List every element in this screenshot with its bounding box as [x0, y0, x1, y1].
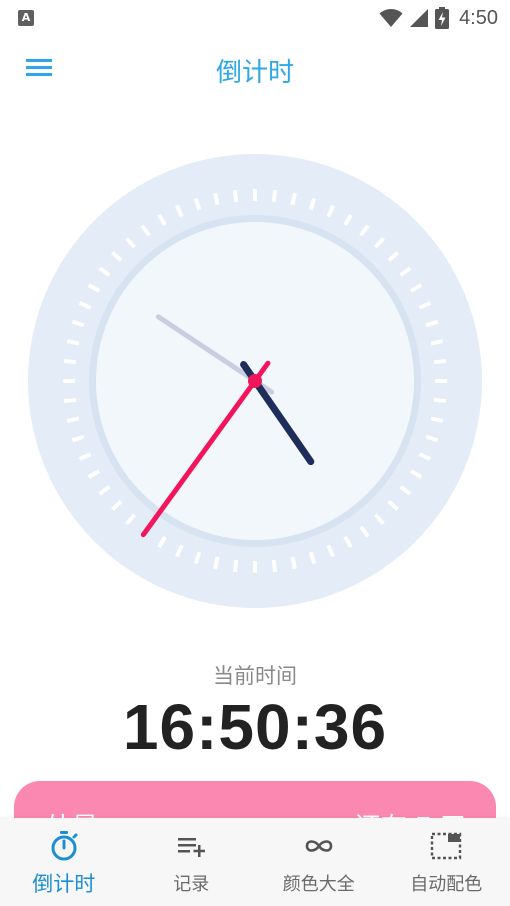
- clock-tick: [271, 559, 278, 573]
- current-time-label: 当前时间: [213, 664, 297, 688]
- clock-tick: [232, 189, 239, 203]
- clock-tick: [213, 556, 220, 570]
- nav-label-records: 记录: [173, 874, 210, 895]
- nav-item-auto-color[interactable]: 自动配色: [383, 818, 510, 906]
- stopwatch-icon: [51, 831, 78, 861]
- analog-clock: [28, 154, 482, 608]
- clock-tick: [433, 358, 447, 365]
- wifi-icon: [379, 9, 403, 27]
- page-title: 倒计时: [215, 58, 294, 88]
- nav-item-colors[interactable]: 颜色大全: [255, 818, 383, 906]
- clock-tick: [290, 192, 297, 206]
- clock-tick: [271, 189, 278, 203]
- signal-icon: [410, 9, 429, 27]
- playlist-add-icon: [178, 838, 206, 857]
- status-bar: A 4:50: [0, 0, 510, 36]
- clock-tick: [232, 559, 239, 573]
- crop-frame-icon: [431, 832, 462, 860]
- clock-tick: [290, 556, 297, 570]
- status-time: 4:50: [459, 6, 498, 29]
- nav-item-countdown[interactable]: 倒计时: [0, 818, 128, 906]
- clock-tick: [433, 397, 447, 404]
- notification-app-icon: A: [18, 10, 34, 26]
- status-right-group: 4:50: [379, 4, 498, 32]
- infinity-icon: [305, 840, 333, 852]
- clock-tick: [63, 397, 77, 404]
- clock-tick: [66, 339, 80, 346]
- nav-item-records[interactable]: 记录: [128, 818, 256, 906]
- clock-tick: [430, 416, 444, 423]
- app-bar: 倒计时: [0, 36, 510, 100]
- current-time-value: 16:50:36: [122, 691, 388, 763]
- clock-tick: [213, 192, 220, 206]
- clock-center-pin: [248, 374, 262, 388]
- clock-tick: [63, 358, 77, 365]
- clock-tick: [66, 416, 80, 423]
- battery-charging-icon: [435, 7, 450, 29]
- nav-label-colors: 颜色大全: [282, 874, 355, 895]
- bottom-nav: 倒计时 记录 颜色大全 自动配色: [0, 818, 510, 906]
- clock-tick: [430, 339, 444, 346]
- nav-label-countdown: 倒计时: [32, 872, 96, 896]
- nav-label-auto-color: 自动配色: [410, 874, 483, 895]
